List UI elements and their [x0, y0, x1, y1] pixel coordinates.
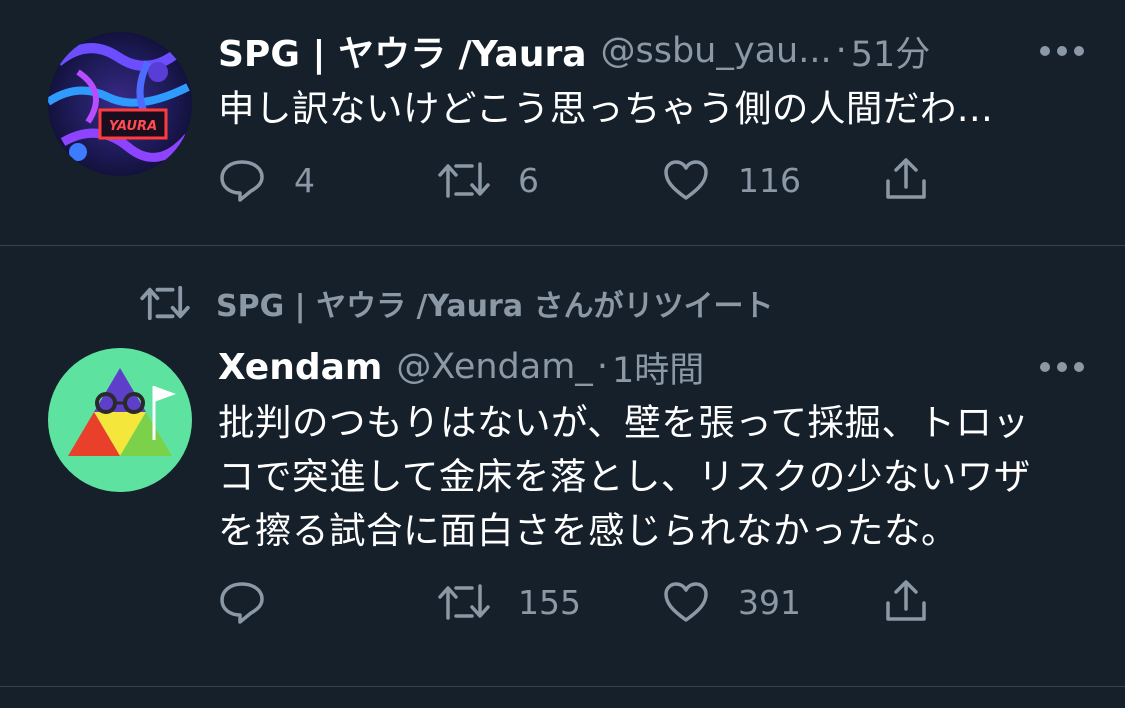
more-button[interactable] — [1039, 341, 1085, 393]
separator: · — [835, 31, 847, 71]
timestamp[interactable]: 51分 — [851, 26, 931, 77]
retweet-button[interactable]: 6 — [438, 155, 539, 205]
tweet-header: SPG | ヤウラ /Yaura @ssbu_yau... · 51分 — [218, 25, 1085, 77]
avatar[interactable] — [48, 348, 192, 492]
reply-button[interactable] — [218, 577, 294, 627]
reply-button[interactable]: 4 — [218, 155, 315, 205]
heart-icon — [664, 582, 708, 622]
more-button[interactable] — [1039, 25, 1085, 77]
like-button[interactable]: 391 — [662, 577, 801, 627]
reply-icon — [220, 160, 264, 202]
share-button[interactable] — [882, 577, 930, 627]
retweet-button[interactable]: 155 — [438, 577, 581, 627]
avatar-logo-text: YAURA — [109, 119, 157, 134]
heart-icon — [664, 160, 708, 200]
share-icon — [886, 580, 926, 621]
tweet-actions: 155 391 — [218, 577, 978, 627]
timestamp[interactable]: 1時間 — [612, 342, 704, 393]
like-count: 391 — [738, 582, 801, 622]
reply-icon — [220, 582, 264, 624]
share-button[interactable] — [882, 155, 930, 205]
retweet-count: 6 — [518, 160, 539, 200]
like-count: 116 — [738, 160, 801, 200]
tweet[interactable]: YAURA SPG | ヤウラ /Yaura @ssbu_yau... · 51… — [0, 0, 1125, 245]
like-button[interactable]: 116 — [662, 155, 801, 205]
more-horizontal-icon — [1040, 46, 1084, 56]
timeline-feed: YAURA SPG | ヤウラ /Yaura @ssbu_yau... · 51… — [0, 0, 1125, 708]
retweet-count: 155 — [518, 582, 581, 622]
retweet-icon — [438, 584, 490, 620]
tweet-text: 批判のつもりはないが、壁を張って採掘、トロッコで突進して金床を落とし、リスクの少… — [218, 401, 1031, 552]
tweet[interactable]: SPG | ヤウラ /Yaura さんがリツイート Xendam @Xendam… — [0, 246, 1125, 686]
tweet-actions: 4 6 116 — [218, 155, 978, 205]
separator: · — [596, 347, 608, 387]
divider — [0, 686, 1125, 687]
tweet-text: 申し訳ないけどこう思っちゃう側の人間だわ... — [218, 87, 994, 130]
retweet-context[interactable]: SPG | ヤウラ /Yaura さんがリツイート — [140, 280, 774, 326]
display-name[interactable]: SPG | ヤウラ /Yaura — [218, 25, 587, 77]
avatar[interactable]: YAURA — [48, 32, 192, 176]
retweet-icon — [438, 162, 490, 198]
more-horizontal-icon — [1040, 362, 1084, 372]
handle[interactable]: @ssbu_yau... — [601, 31, 832, 71]
display-name[interactable]: Xendam — [218, 347, 382, 388]
handle[interactable]: @Xendam_ — [396, 347, 592, 387]
reply-count: 4 — [294, 160, 315, 200]
share-icon — [886, 158, 926, 199]
tweet-header: Xendam @Xendam_ · 1時間 — [218, 341, 1085, 393]
retweet-icon — [140, 285, 190, 321]
retweet-context-label: SPG | ヤウラ /Yaura さんがリツイート — [216, 289, 774, 324]
